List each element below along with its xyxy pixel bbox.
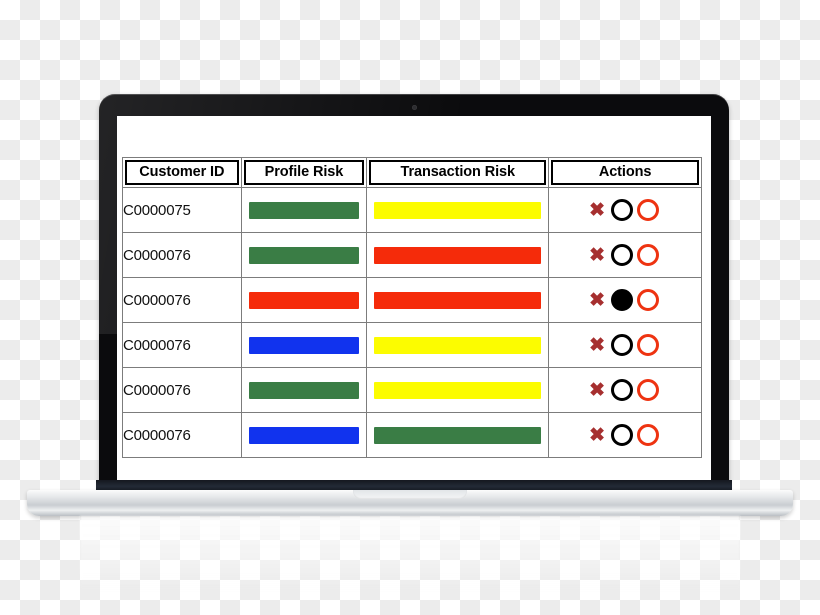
cell-actions: ✖ xyxy=(548,322,702,368)
table-row: C0000076 ✖ xyxy=(122,277,702,323)
delete-icon[interactable]: ✖ xyxy=(589,426,605,445)
transaction-risk-bar xyxy=(374,336,542,354)
status-toggle-black-icon[interactable] xyxy=(611,334,634,356)
cell-profile-risk xyxy=(240,412,368,458)
cell-actions: ✖ xyxy=(548,187,702,233)
column-header-profile-risk-label: Profile Risk xyxy=(243,160,365,185)
column-header-transaction-risk[interactable]: Transaction Risk xyxy=(366,157,550,188)
transaction-risk-bar xyxy=(374,246,542,264)
column-header-transaction-risk-label: Transaction Risk xyxy=(369,160,547,185)
cell-transaction-risk xyxy=(366,367,550,413)
laptop-screen: Customer ID Profile Risk Transaction Ris… xyxy=(117,116,711,482)
status-toggle-red-icon[interactable] xyxy=(637,424,660,446)
delete-icon[interactable]: ✖ xyxy=(589,336,605,355)
cell-transaction-risk xyxy=(366,187,550,233)
column-header-actions[interactable]: Actions xyxy=(548,157,702,188)
cell-customer-id: C0000075 xyxy=(122,187,242,233)
profile-risk-bar xyxy=(248,336,360,354)
cell-profile-risk xyxy=(240,232,368,278)
profile-risk-bar xyxy=(248,381,360,399)
cell-transaction-risk xyxy=(366,277,550,323)
risk-table-container: Customer ID Profile Risk Transaction Ris… xyxy=(122,157,702,458)
transaction-risk-bar xyxy=(374,426,542,444)
laptop-base-notch xyxy=(353,490,467,499)
profile-risk-bar xyxy=(248,426,360,444)
delete-icon[interactable]: ✖ xyxy=(589,246,605,265)
cell-transaction-risk xyxy=(366,412,550,458)
cell-customer-id: C0000076 xyxy=(122,412,242,458)
column-header-actions-label: Actions xyxy=(551,160,699,185)
table-row: C0000076 ✖ xyxy=(122,367,702,413)
laptop-device-mockup: Customer ID Profile Risk Transaction Ris… xyxy=(0,0,820,615)
status-toggle-red-icon[interactable] xyxy=(637,199,660,221)
profile-risk-bar xyxy=(248,201,360,219)
cell-actions: ✖ xyxy=(548,277,702,323)
cell-profile-risk xyxy=(240,187,368,233)
table-body: C0000075 ✖ C0000076 ✖ C0000076 ✖ C0000076 ✖ C000… xyxy=(122,187,702,458)
profile-risk-bar xyxy=(248,246,360,264)
delete-icon[interactable]: ✖ xyxy=(589,201,605,220)
laptop-reflection xyxy=(80,516,740,594)
cell-actions: ✖ xyxy=(548,412,702,458)
customer-risk-table: Customer ID Profile Risk Transaction Ris… xyxy=(122,157,702,458)
delete-icon[interactable]: ✖ xyxy=(589,381,605,400)
cell-customer-id: C0000076 xyxy=(122,322,242,368)
profile-risk-bar xyxy=(248,291,360,309)
cell-actions: ✖ xyxy=(548,367,702,413)
table-row: C0000076 ✖ xyxy=(122,322,702,368)
column-header-customer-id[interactable]: Customer ID xyxy=(122,157,242,188)
status-toggle-red-icon[interactable] xyxy=(637,244,660,266)
laptop-lid: Customer ID Profile Risk Transaction Ris… xyxy=(99,94,729,494)
status-toggle-red-icon[interactable] xyxy=(637,334,660,356)
table-header: Customer ID Profile Risk Transaction Ris… xyxy=(122,157,702,188)
status-toggle-black-icon[interactable] xyxy=(611,199,634,221)
table-row: C0000076 ✖ xyxy=(122,412,702,458)
status-toggle-black-icon[interactable] xyxy=(611,244,634,266)
status-toggle-black-icon[interactable] xyxy=(611,424,634,446)
column-header-profile-risk[interactable]: Profile Risk xyxy=(240,157,368,188)
cell-customer-id: C0000076 xyxy=(122,277,242,323)
table-row: C0000076 ✖ xyxy=(122,232,702,278)
transaction-risk-bar xyxy=(374,201,542,219)
column-header-customer-id-label: Customer ID xyxy=(125,160,239,185)
cell-customer-id: C0000076 xyxy=(122,232,242,278)
transaction-risk-bar xyxy=(374,381,542,399)
cell-profile-risk xyxy=(240,322,368,368)
laptop-base-chassis xyxy=(27,490,793,516)
status-toggle-black-icon[interactable] xyxy=(611,289,634,311)
cell-transaction-risk xyxy=(366,232,550,278)
laptop-bezel-top xyxy=(99,94,729,116)
status-toggle-red-icon[interactable] xyxy=(637,379,660,401)
cell-transaction-risk xyxy=(366,322,550,368)
cell-actions: ✖ xyxy=(548,232,702,278)
cell-profile-risk xyxy=(240,367,368,413)
table-header-row: Customer ID Profile Risk Transaction Ris… xyxy=(122,157,702,188)
cell-customer-id: C0000076 xyxy=(122,367,242,413)
table-row: C0000075 ✖ xyxy=(122,187,702,233)
status-toggle-red-icon[interactable] xyxy=(637,289,660,311)
status-toggle-black-icon[interactable] xyxy=(611,379,634,401)
cell-profile-risk xyxy=(240,277,368,323)
transaction-risk-bar xyxy=(374,291,542,309)
webcam-icon xyxy=(411,105,417,110)
delete-icon[interactable]: ✖ xyxy=(589,291,605,310)
